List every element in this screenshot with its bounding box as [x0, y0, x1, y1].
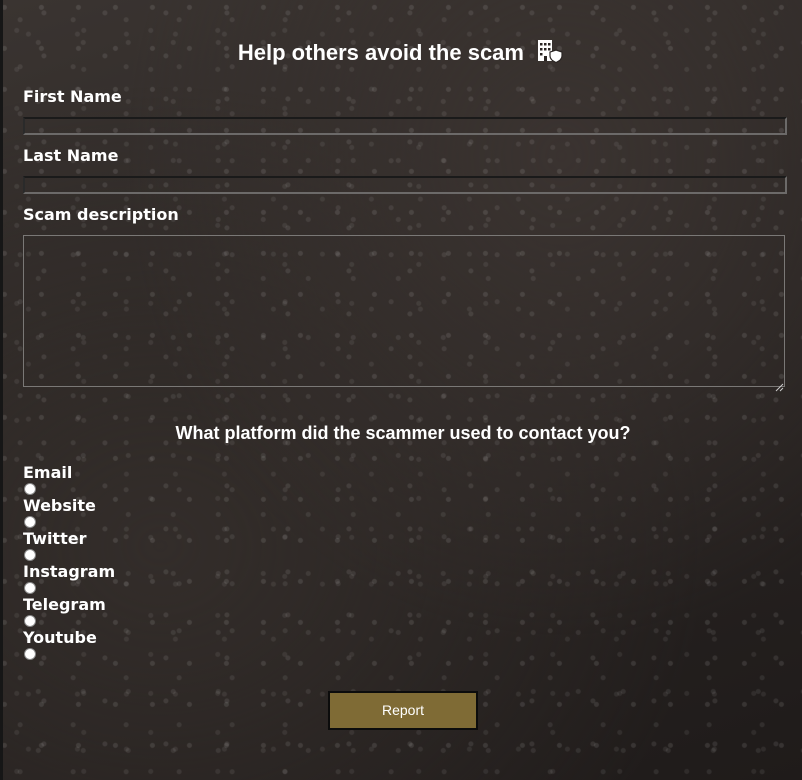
platform-label-telegram: Telegram: [23, 595, 106, 614]
platform-label-email: Email: [23, 463, 73, 482]
resize-grip-icon[interactable]: [775, 377, 784, 392]
form-title-text: Help others avoid the scam: [237, 40, 524, 65]
platform-radio-youtube[interactable]: [24, 648, 36, 660]
platform-radio-website[interactable]: [24, 516, 36, 528]
platform-label-instagram: Instagram: [23, 562, 116, 581]
platform-radio-instagram[interactable]: [24, 582, 36, 594]
report-button[interactable]: Report: [328, 691, 478, 730]
building-shield-icon: [536, 38, 564, 64]
platform-radio-twitter[interactable]: [24, 549, 36, 561]
platform-label-website: Website: [23, 496, 96, 515]
last-name-input[interactable]: [23, 176, 787, 194]
first-name-label: First Name: [23, 87, 122, 106]
scam-description-textarea[interactable]: [23, 235, 785, 387]
form-title: Help others avoid the scam: [0, 38, 802, 68]
platform-question: What platform did the scammer used to co…: [175, 423, 631, 443]
platform-radio-email[interactable]: [24, 483, 36, 495]
platform-label-youtube: Youtube: [23, 628, 97, 647]
platform-label-twitter: Twitter: [23, 529, 87, 548]
scam-report-form: Help others avoid the scam First Name La…: [0, 0, 802, 780]
scam-description-label: Scam description: [23, 205, 179, 224]
platform-radio-telegram[interactable]: [24, 615, 36, 627]
last-name-label: Last Name: [23, 146, 119, 165]
first-name-input[interactable]: [23, 117, 787, 135]
